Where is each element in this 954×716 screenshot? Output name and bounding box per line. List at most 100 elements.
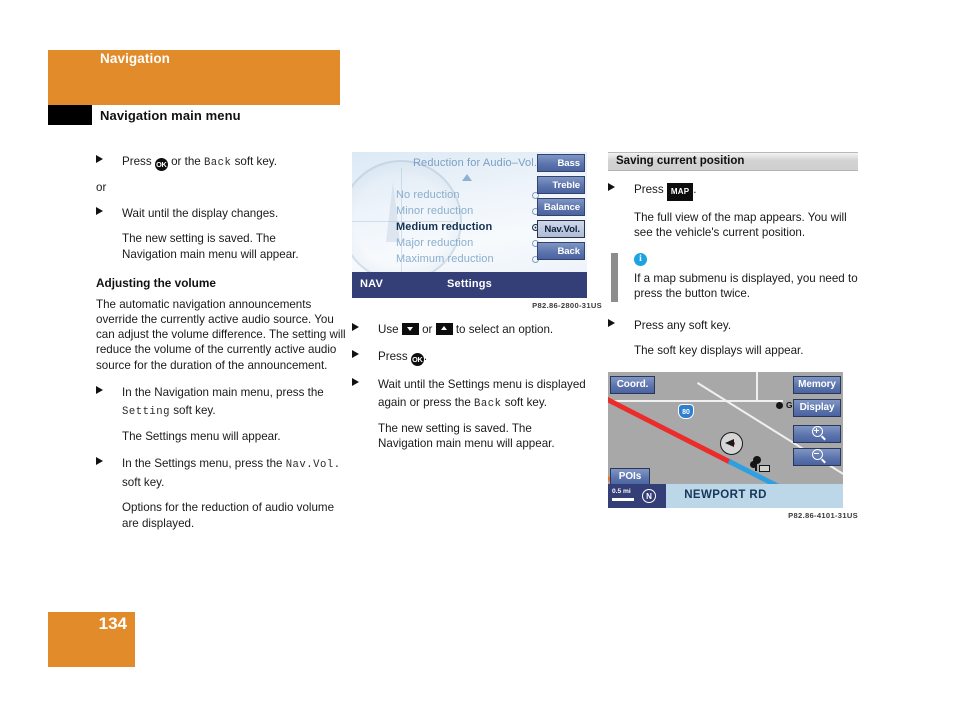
result-full-map-view: The full view of the map appears. You wi… bbox=[634, 210, 847, 239]
softkey-name-back: Back bbox=[474, 398, 502, 410]
map-key-icon: MAP bbox=[666, 182, 694, 201]
step-text-pre: Press bbox=[378, 350, 411, 363]
section-marker bbox=[48, 105, 92, 125]
note-bar bbox=[611, 253, 618, 302]
step-wait-display: Wait until the display changes. bbox=[96, 204, 346, 222]
info-icon: i bbox=[634, 253, 647, 267]
step-press-map: Press MAP. bbox=[608, 180, 858, 201]
bullet-triangle-icon bbox=[608, 318, 615, 327]
result-saved: The new setting is saved. The Navigation… bbox=[122, 231, 346, 261]
step-press-setting: In the Navigation main menu, press the S… bbox=[96, 383, 346, 420]
soft-key-treble[interactable]: Treble bbox=[537, 176, 585, 194]
step-press-ok-back: Press OK or the Back soft key. bbox=[96, 152, 346, 171]
poi-bench bbox=[759, 464, 770, 472]
note-text: If a map submenu is displayed, you need … bbox=[634, 272, 858, 301]
step-text: Press OK. bbox=[378, 350, 428, 366]
step-text-post: . bbox=[423, 350, 428, 363]
softkey-name-setting: Setting bbox=[122, 405, 171, 418]
bullet-triangle-icon bbox=[352, 378, 359, 386]
step-text-mid: or bbox=[418, 323, 436, 336]
menu-option-3[interactable]: Major reduction bbox=[396, 237, 536, 249]
result-saved: The new setting is saved. The Navigation… bbox=[378, 421, 602, 451]
result-line-1: The new setting is saved. The bbox=[122, 232, 276, 246]
chapter-title: Navigation bbox=[100, 51, 171, 66]
map-soft-key-display[interactable]: Display bbox=[793, 398, 841, 417]
result-options-displayed: Options for the reduction of audio volum… bbox=[122, 501, 335, 530]
soft-key-back[interactable]: Back bbox=[537, 242, 585, 260]
bullet-triangle-icon bbox=[608, 183, 615, 191]
arrow-down-key-icon bbox=[401, 323, 419, 335]
map-scale-bar bbox=[612, 497, 634, 501]
soft-key-balance[interactable]: Balance bbox=[537, 198, 585, 216]
step-text-post: . bbox=[693, 183, 697, 196]
step-text: Press OK or the Back soft key. bbox=[122, 155, 277, 171]
result-softkeys-appear: The soft key displays will appear. bbox=[634, 343, 804, 357]
step-wait-settings-menu: Wait until the Settings menu is displaye… bbox=[352, 375, 602, 412]
map-display-screen: 80 GENDA Coord. POIs Memory Display bbox=[608, 371, 843, 508]
soft-key-bass[interactable]: Bass bbox=[537, 154, 585, 172]
step-text-post: soft key. bbox=[170, 403, 216, 417]
status-bar: NAV Settings bbox=[352, 272, 587, 298]
step-press-any-soft-key: Press any soft key. bbox=[608, 316, 858, 334]
menu-option-0[interactable]: No reduction bbox=[396, 189, 536, 201]
menu-option-4[interactable]: Maximum reduction bbox=[396, 253, 536, 265]
step-text-pre: Press bbox=[634, 183, 667, 196]
step-text-post: to select an option. bbox=[452, 323, 554, 336]
step-text: Wait until the Settings menu is displaye… bbox=[378, 378, 586, 410]
scroll-up-icon[interactable] bbox=[462, 174, 472, 181]
paragraph-volume-info: The automatic navigation announcements o… bbox=[96, 297, 346, 372]
step-press-navvol: In the Settings menu, press the Nav.Vol.… bbox=[96, 454, 346, 491]
figure-settings-screen: Reduction for Audio–Vol. No reduction Mi… bbox=[352, 152, 602, 310]
subheading-adjusting-volume: Adjusting the volume bbox=[96, 275, 216, 290]
menu-option-1[interactable]: Minor reduction bbox=[396, 205, 536, 217]
map-scale-label: 0.5 mi bbox=[612, 487, 631, 495]
figure-caption: P82.86-2800-31US bbox=[532, 301, 602, 310]
step-text-pre: In the Navigation main menu, press the bbox=[122, 385, 324, 399]
step-text-pre: Press bbox=[122, 155, 155, 168]
softkey-name-back: Back bbox=[203, 157, 232, 169]
soft-key-navvol[interactable]: Nav.Vol. bbox=[537, 220, 585, 238]
figure-map-screen: 80 GENDA Coord. POIs Memory Display bbox=[608, 371, 858, 520]
or-separator: or bbox=[96, 181, 107, 195]
step-text: Wait until the display changes. bbox=[122, 207, 279, 221]
result-line-2: Navigation main menu will appear. bbox=[122, 247, 299, 261]
vehicle-center-dot bbox=[732, 441, 735, 445]
page-title: Navigation main menu bbox=[100, 108, 241, 123]
step-text: Press MAP. bbox=[634, 182, 697, 201]
map-scale-box: 0.5 mi N bbox=[608, 483, 666, 508]
step-text: In the Settings menu, press the Nav.Vol.… bbox=[122, 457, 341, 489]
map-soft-key-memory[interactable]: Memory bbox=[793, 375, 841, 394]
figure-caption: P82.86-4101-31US bbox=[788, 510, 858, 520]
bullet-triangle-icon bbox=[352, 350, 359, 358]
poi-park-icon bbox=[750, 455, 770, 472]
step-text-post: soft key. bbox=[231, 155, 277, 168]
bullet-triangle-icon bbox=[96, 155, 103, 163]
result-line-1: The new setting is saved. The bbox=[378, 422, 532, 436]
chapter-band bbox=[48, 50, 340, 105]
map-road-white-vertical bbox=[756, 371, 758, 402]
step-text-mid: or the bbox=[167, 155, 204, 168]
menu-title: Reduction for Audio–Vol. bbox=[412, 157, 538, 169]
column-right: Saving current position Press MAP. The f… bbox=[608, 152, 858, 520]
arrow-up-key-icon bbox=[435, 323, 453, 335]
bullet-triangle-icon bbox=[352, 323, 359, 331]
poi-tree-trunk bbox=[755, 462, 757, 471]
step-text: In the Navigation main menu, press the S… bbox=[122, 385, 324, 418]
column-center: Reduction for Audio–Vol. No reduction Mi… bbox=[352, 152, 602, 452]
menu-option-2[interactable]: Medium reduction bbox=[396, 221, 536, 233]
step-press-ok: Press OK. bbox=[352, 347, 602, 366]
map-soft-key-zoom-out[interactable] bbox=[793, 447, 841, 466]
map-road-highway-red bbox=[608, 393, 733, 465]
soft-key-column: Bass Treble Balance Nav.Vol. Back bbox=[537, 154, 585, 264]
ok-key-icon: OK bbox=[410, 353, 424, 366]
map-soft-key-coord[interactable]: Coord. bbox=[610, 375, 655, 394]
step-use-arrows: Use or to select an option. bbox=[352, 320, 602, 338]
note-box: i If a map submenu is displayed, you nee… bbox=[608, 253, 858, 302]
softkey-name-navvol: Nav.Vol. bbox=[285, 459, 341, 472]
page-number: 134 bbox=[98, 614, 127, 633]
map-soft-key-zoom-in[interactable] bbox=[793, 424, 841, 443]
step-text-post: soft key. bbox=[501, 396, 547, 409]
nav-display-screen: Reduction for Audio–Vol. No reduction Mi… bbox=[352, 152, 587, 298]
zoom-out-icon bbox=[811, 448, 823, 460]
step-text: Use or to select an option. bbox=[378, 323, 553, 336]
